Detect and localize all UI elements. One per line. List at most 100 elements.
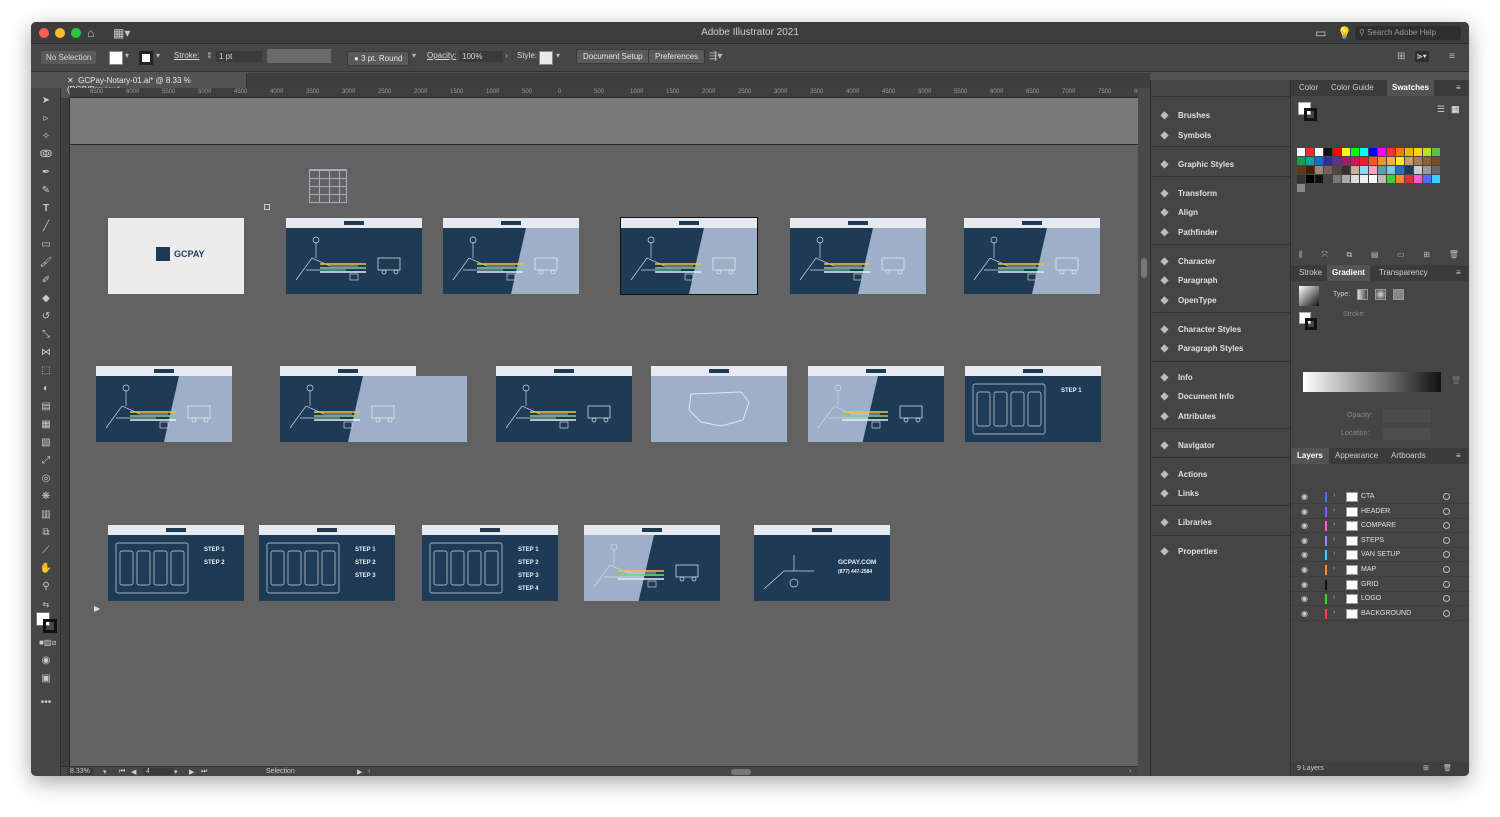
visibility-eye-icon[interactable]: ◉ <box>1301 609 1308 618</box>
color-swatch[interactable] <box>1360 166 1368 174</box>
panel-button-paragraph-styles[interactable]: ◆ Paragraph Styles <box>1159 343 1244 354</box>
fill-swatch[interactable] <box>109 51 123 65</box>
pen-tool-icon[interactable]: ✒ <box>39 166 53 179</box>
preferences-button[interactable]: Preferences <box>648 49 706 64</box>
eyedropper-tool-icon[interactable]: ⤢ <box>39 454 53 467</box>
radial-gradient-icon[interactable] <box>1375 289 1386 300</box>
artboard-dropdown-icon[interactable]: ▾ <box>174 768 178 776</box>
search-help-input[interactable]: ⚲ Search Adobe Help <box>1355 26 1461 40</box>
color-swatch[interactable] <box>1387 157 1395 165</box>
new-layer-icon[interactable]: ⊞ <box>1423 764 1429 772</box>
show-kinds-icon[interactable]: ⤧ <box>1321 250 1327 260</box>
artboard-logo[interactable]: GCPAY <box>108 218 244 294</box>
stroke-color-box[interactable] <box>43 619 57 633</box>
new-color-group-icon[interactable]: ▤ <box>1371 250 1379 260</box>
delete-swatch-icon[interactable]: 🗑 <box>1449 250 1459 260</box>
target-circle-icon[interactable] <box>1443 551 1450 559</box>
visibility-eye-icon[interactable]: ◉ <box>1301 521 1308 530</box>
artboard-steps-3[interactable]: STEP 1 STEP 2 STEP 3 <box>259 525 395 601</box>
panel-button-info[interactable]: ◆ Info <box>1159 372 1193 383</box>
last-artboard-icon[interactable]: ⏭ <box>201 768 207 776</box>
target-circle-icon[interactable] <box>1443 595 1450 603</box>
brush-dropdown-icon[interactable]: ▾ <box>412 51 416 60</box>
grid-symbol[interactable] <box>309 169 347 203</box>
color-swatch[interactable] <box>1315 148 1323 156</box>
panel-button-properties[interactable]: ◆ Properties <box>1159 546 1218 557</box>
status-menu-arrow-icon[interactable]: ▶ <box>357 768 362 776</box>
color-swatch[interactable] <box>1297 157 1305 165</box>
color-swatch[interactable] <box>1432 166 1440 174</box>
layer-row-van-setup[interactable]: ◉ › VAN SETUP <box>1291 548 1469 563</box>
visibility-eye-icon[interactable]: ◉ <box>1301 594 1308 603</box>
color-swatch[interactable] <box>1333 175 1341 183</box>
lasso-tool-icon[interactable]: ↂ <box>39 148 53 161</box>
color-swatch[interactable] <box>1405 157 1413 165</box>
color-swatch[interactable] <box>1351 157 1359 165</box>
type-tool-icon[interactable]: T <box>39 202 53 215</box>
style-dropdown-icon[interactable]: ▾ <box>556 51 560 60</box>
zoom-level-field[interactable]: 8.33% <box>67 768 93 775</box>
color-swatch[interactable] <box>1396 148 1404 156</box>
blend-tool-icon[interactable]: ◎ <box>39 472 53 485</box>
expand-layer-icon[interactable]: › <box>1333 521 1335 528</box>
perspective-grid-tool-icon[interactable]: ▤ <box>39 400 53 413</box>
color-swatch[interactable] <box>1414 166 1422 174</box>
artboard-02[interactable] <box>286 218 422 294</box>
color-swatch[interactable] <box>1369 148 1377 156</box>
color-swatch[interactable] <box>1306 157 1314 165</box>
shape-builder-tool-icon[interactable]: ◐ <box>39 382 53 395</box>
artboard-compare-2[interactable] <box>584 525 720 601</box>
width-tool-icon[interactable]: ⋈ <box>39 346 53 359</box>
target-circle-icon[interactable] <box>1443 522 1450 530</box>
color-panel-menu-icon[interactable]: ≡ <box>1456 83 1461 92</box>
layer-row-background[interactable]: ◉ › BACKGROUND <box>1291 607 1469 621</box>
expand-layer-icon[interactable]: › <box>1333 536 1335 543</box>
selection-tool-icon[interactable]: ➤ <box>39 94 53 107</box>
tab-swatches[interactable]: Swatches <box>1387 80 1434 96</box>
color-swatch[interactable] <box>1423 157 1431 165</box>
document-setup-button[interactable]: Document Setup <box>576 49 650 64</box>
canvas-expand-arrow-icon[interactable]: ▶ <box>94 604 100 613</box>
rectangle-tool-icon[interactable]: ▭ <box>39 238 53 251</box>
stroke-dropdown-icon[interactable]: ▾ <box>156 51 160 60</box>
artboard-steps-1[interactable]: STEP 1 <box>965 366 1101 442</box>
color-swatch[interactable] <box>1360 175 1368 183</box>
layer-row-grid[interactable]: ◉ GRID <box>1291 578 1469 592</box>
column-graph-tool-icon[interactable]: ▥ <box>39 508 53 521</box>
color-swatch[interactable] <box>1405 148 1413 156</box>
visibility-eye-icon[interactable]: ◉ <box>1301 507 1308 516</box>
tab-gradient[interactable]: Gradient <box>1327 265 1370 281</box>
artboard-tool-icon[interactable]: ⧉ <box>39 526 53 539</box>
target-circle-icon[interactable] <box>1443 566 1450 573</box>
color-swatch[interactable] <box>1432 157 1440 165</box>
drawing-mode-icon[interactable]: ◉ <box>39 654 53 667</box>
color-swatch[interactable] <box>1369 157 1377 165</box>
gradient-opacity-field[interactable] <box>1383 410 1431 422</box>
color-swatch[interactable] <box>1297 166 1305 174</box>
vertical-scroll-thumb[interactable] <box>1141 258 1147 278</box>
swatch-options-icon[interactable]: ⧉ <box>1346 250 1352 260</box>
target-circle-icon[interactable] <box>1443 580 1450 588</box>
color-swatch[interactable] <box>1306 175 1314 183</box>
opacity-field[interactable]: 100% <box>459 51 503 62</box>
fill-dropdown-icon[interactable]: ▾ <box>125 51 129 60</box>
color-swatch[interactable] <box>1423 166 1431 174</box>
color-swatch[interactable] <box>1387 148 1395 156</box>
panel-button-attributes[interactable]: ◆ Attributes <box>1159 411 1216 422</box>
stroke-swatch[interactable] <box>139 51 153 65</box>
artboard-03[interactable] <box>443 218 579 294</box>
color-swatch[interactable] <box>1324 175 1332 183</box>
panel-button-character[interactable]: ◆ Character <box>1159 256 1216 267</box>
scale-tool-icon[interactable]: ⤡ <box>39 328 53 341</box>
expand-layer-icon[interactable]: › <box>1333 594 1335 601</box>
panel-button-transform[interactable]: ◆ Transform <box>1159 188 1217 199</box>
color-swatch[interactable] <box>1306 148 1314 156</box>
color-swatch[interactable] <box>1414 157 1422 165</box>
paintbrush-tool-icon[interactable]: 🖌 <box>39 256 53 269</box>
swap-fill-stroke-icon[interactable]: ⇆ <box>39 598 53 611</box>
layer-row-compare[interactable]: ◉ › COMPARE <box>1291 519 1469 534</box>
color-swatch[interactable] <box>1387 166 1395 174</box>
layers-panel-menu-icon[interactable]: ≡ <box>1456 451 1461 460</box>
arrange-icon[interactable]: ⇶▾ <box>709 51 722 62</box>
color-swatch[interactable] <box>1369 166 1377 174</box>
